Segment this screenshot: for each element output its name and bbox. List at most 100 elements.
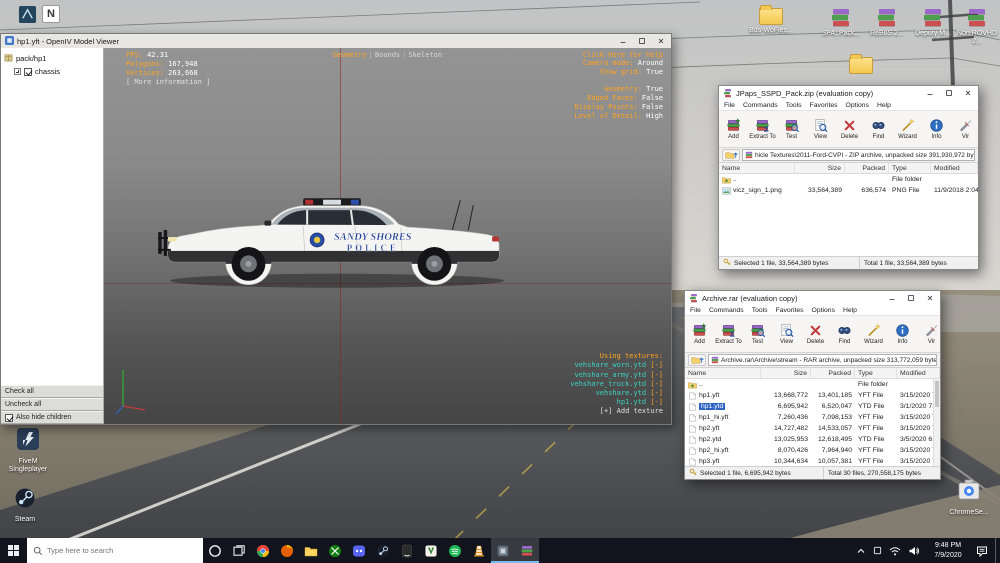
column-packed[interactable]: Packed [845, 163, 889, 173]
discord-taskbar-icon[interactable] [347, 538, 371, 563]
model-viewport[interactable]: SANDY SHORES POLICE FPS: 42.31 Polygons:… [104, 48, 671, 424]
desktop-icon-archive3[interactable]: Deputy M... [910, 8, 956, 38]
desktop-icon-steam[interactable]: Steam [2, 487, 48, 524]
menu-tools[interactable]: Tools [786, 102, 802, 109]
toolbar-info-button[interactable]: Info [922, 111, 951, 147]
desktop-icon-archive2[interactable]: ReBoS 2... [864, 8, 910, 38]
address-field[interactable]: hicle Textures\2011-Ford-CVPI - ZIP arch… [742, 149, 975, 161]
winrar2-titlebar[interactable]: Archive.rar (evaluation copy) [685, 291, 940, 305]
desktop-icon-fivem[interactable]: FiveM Singleplayer [0, 427, 56, 475]
check-all-button[interactable]: Check all [1, 385, 103, 398]
minimize-button[interactable] [922, 88, 938, 99]
file-row[interactable]: hp3.yft 10,344,634 10,057,381 YFT File 3/15/… [685, 456, 940, 466]
xbox-taskbar-icon[interactable] [323, 538, 347, 563]
cortana-taskbar-icon[interactable] [203, 538, 227, 563]
tray-app-icon[interactable] [873, 546, 882, 555]
taskbar-search[interactable] [27, 538, 203, 563]
desktop-icon-folder1[interactable]: Bds-WoFles... [748, 5, 794, 35]
remove-texture-icon[interactable]: [-] [646, 398, 663, 406]
file-row[interactable]: hp2_hi.yft 8,070,426 7,964,940 YFT File 3/15… [685, 445, 940, 456]
gta-taskbar-icon[interactable] [419, 538, 443, 563]
close-button[interactable] [960, 88, 976, 99]
epic-taskbar-icon[interactable] [395, 538, 419, 563]
chassis-checkbox[interactable] [24, 67, 32, 76]
openiv-titlebar[interactable]: hp1.yft - OpenIV Model Viewer [1, 34, 671, 48]
menu-favorites[interactable]: Favorites [776, 307, 804, 314]
column-modified[interactable]: Modified [931, 163, 978, 173]
menu-help[interactable]: Help [843, 307, 857, 314]
toolbar-extract-button[interactable]: Extract To [748, 111, 777, 147]
menu-help[interactable]: Help [877, 102, 891, 109]
uncheck-all-button[interactable]: Uncheck all [1, 398, 103, 411]
toolbar-test-button[interactable]: Test [743, 316, 772, 352]
tab-geometry[interactable]: Geometry [333, 51, 367, 59]
file-row[interactable]: vicz_sign_1.png 33,564,389 636,574 PNG File… [719, 185, 978, 196]
firefox-taskbar-icon[interactable] [275, 538, 299, 563]
toolbar-delete-button[interactable]: Delete [835, 111, 864, 147]
tab-bounds[interactable]: Bounds [375, 51, 400, 59]
menu-commands[interactable]: Commands [709, 307, 744, 314]
tree-root-pack[interactable]: pack/hp1 [4, 52, 100, 65]
search-input[interactable] [47, 546, 187, 555]
column-size[interactable]: Size [761, 368, 811, 378]
up-directory-button[interactable] [722, 149, 740, 161]
menu-options[interactable]: Options [846, 102, 869, 109]
steam-taskbar-icon[interactable] [371, 538, 395, 563]
toolbar-virus-button[interactable]: Vir [951, 111, 978, 147]
texture-link[interactable]: vehshare_truck.ytd [-] [570, 380, 663, 389]
tree-item-chassis[interactable]: chassis [4, 65, 100, 78]
explorer-taskbar-icon[interactable] [299, 538, 323, 563]
column-name[interactable]: Name [719, 163, 795, 173]
openiv-taskbar-icon[interactable] [491, 538, 515, 563]
toolbar-test-button[interactable]: Test [777, 111, 806, 147]
remove-texture-icon[interactable]: [-] [646, 371, 663, 379]
close-button[interactable] [653, 36, 669, 47]
winrar1-titlebar[interactable]: JPaps_SSPD_Pack.zip (evaluation copy) [719, 86, 978, 100]
address-field[interactable]: Archive.rar\Archive\stream - RAR archive… [708, 354, 937, 366]
taskbar-clock[interactable]: 9:48 PM 7/9/2020 [927, 541, 969, 560]
texture-link[interactable]: vehshare_worn.ytd [-] [570, 361, 663, 370]
tray-chevron-up-icon[interactable] [856, 546, 866, 556]
column-size[interactable]: Size [795, 163, 845, 173]
minimize-button[interactable] [615, 36, 631, 47]
toolbar-delete-button[interactable]: Delete [801, 316, 830, 352]
scrollbar-thumb[interactable] [935, 381, 939, 407]
toolbar-find-button[interactable]: Find [830, 316, 859, 352]
toolbar-view-button[interactable]: View [806, 111, 835, 147]
close-button[interactable] [922, 293, 938, 304]
winrar-taskbar-icon[interactable] [515, 538, 539, 563]
remove-texture-icon[interactable]: [-] [646, 389, 663, 397]
remove-texture-icon[interactable]: [-] [646, 380, 663, 388]
toolbar-find-button[interactable]: Find [864, 111, 893, 147]
texture-link[interactable]: vehshare_army.ytd [-] [570, 371, 663, 380]
expander-icon[interactable] [14, 68, 21, 75]
file-row[interactable]: hp1.ytd 6,695,942 6,520,047 YTD File 3/1/202… [685, 401, 940, 412]
maximize-button[interactable] [903, 293, 919, 304]
texture-link[interactable]: hp1.ytd [-] [570, 398, 663, 407]
toolbar-extract-button[interactable]: Extract To [714, 316, 743, 352]
more-information-link[interactable]: [ More information ] [126, 78, 210, 87]
show-desktop-button[interactable] [995, 538, 1000, 563]
maximize-button[interactable] [634, 36, 650, 47]
desktop-icon-archive4[interactable]: Non ROVHD 2... [954, 8, 1000, 47]
column-type[interactable]: Type [889, 163, 931, 173]
action-center-icon[interactable] [976, 545, 988, 557]
vlc-taskbar-icon[interactable] [467, 538, 491, 563]
also-hide-children-row[interactable]: Also hide children [1, 411, 103, 424]
toolbar-wizard-button[interactable]: Wizard [893, 111, 922, 147]
toolbar-add-button[interactable]: Add [685, 316, 714, 352]
menu-commands[interactable]: Commands [743, 102, 778, 109]
spotify-taskbar-icon[interactable] [443, 538, 467, 563]
texture-link[interactable]: vehshare.ytd [-] [570, 389, 663, 398]
taskview-taskbar-icon[interactable] [227, 538, 251, 563]
police-car-model[interactable]: SANDY SHORES POLICE [156, 178, 514, 296]
desktop-icon-folder2[interactable] [838, 54, 884, 74]
also-hide-children-checkbox[interactable] [5, 413, 13, 422]
toolbar-wizard-button[interactable]: Wizard [859, 316, 888, 352]
volume-icon[interactable] [908, 546, 920, 556]
column-packed[interactable]: Packed [811, 368, 855, 378]
maximize-button[interactable] [941, 88, 957, 99]
file-row[interactable]: .. File folder [685, 379, 940, 390]
menu-file[interactable]: File [724, 102, 735, 109]
column-name[interactable]: Name [685, 368, 761, 378]
